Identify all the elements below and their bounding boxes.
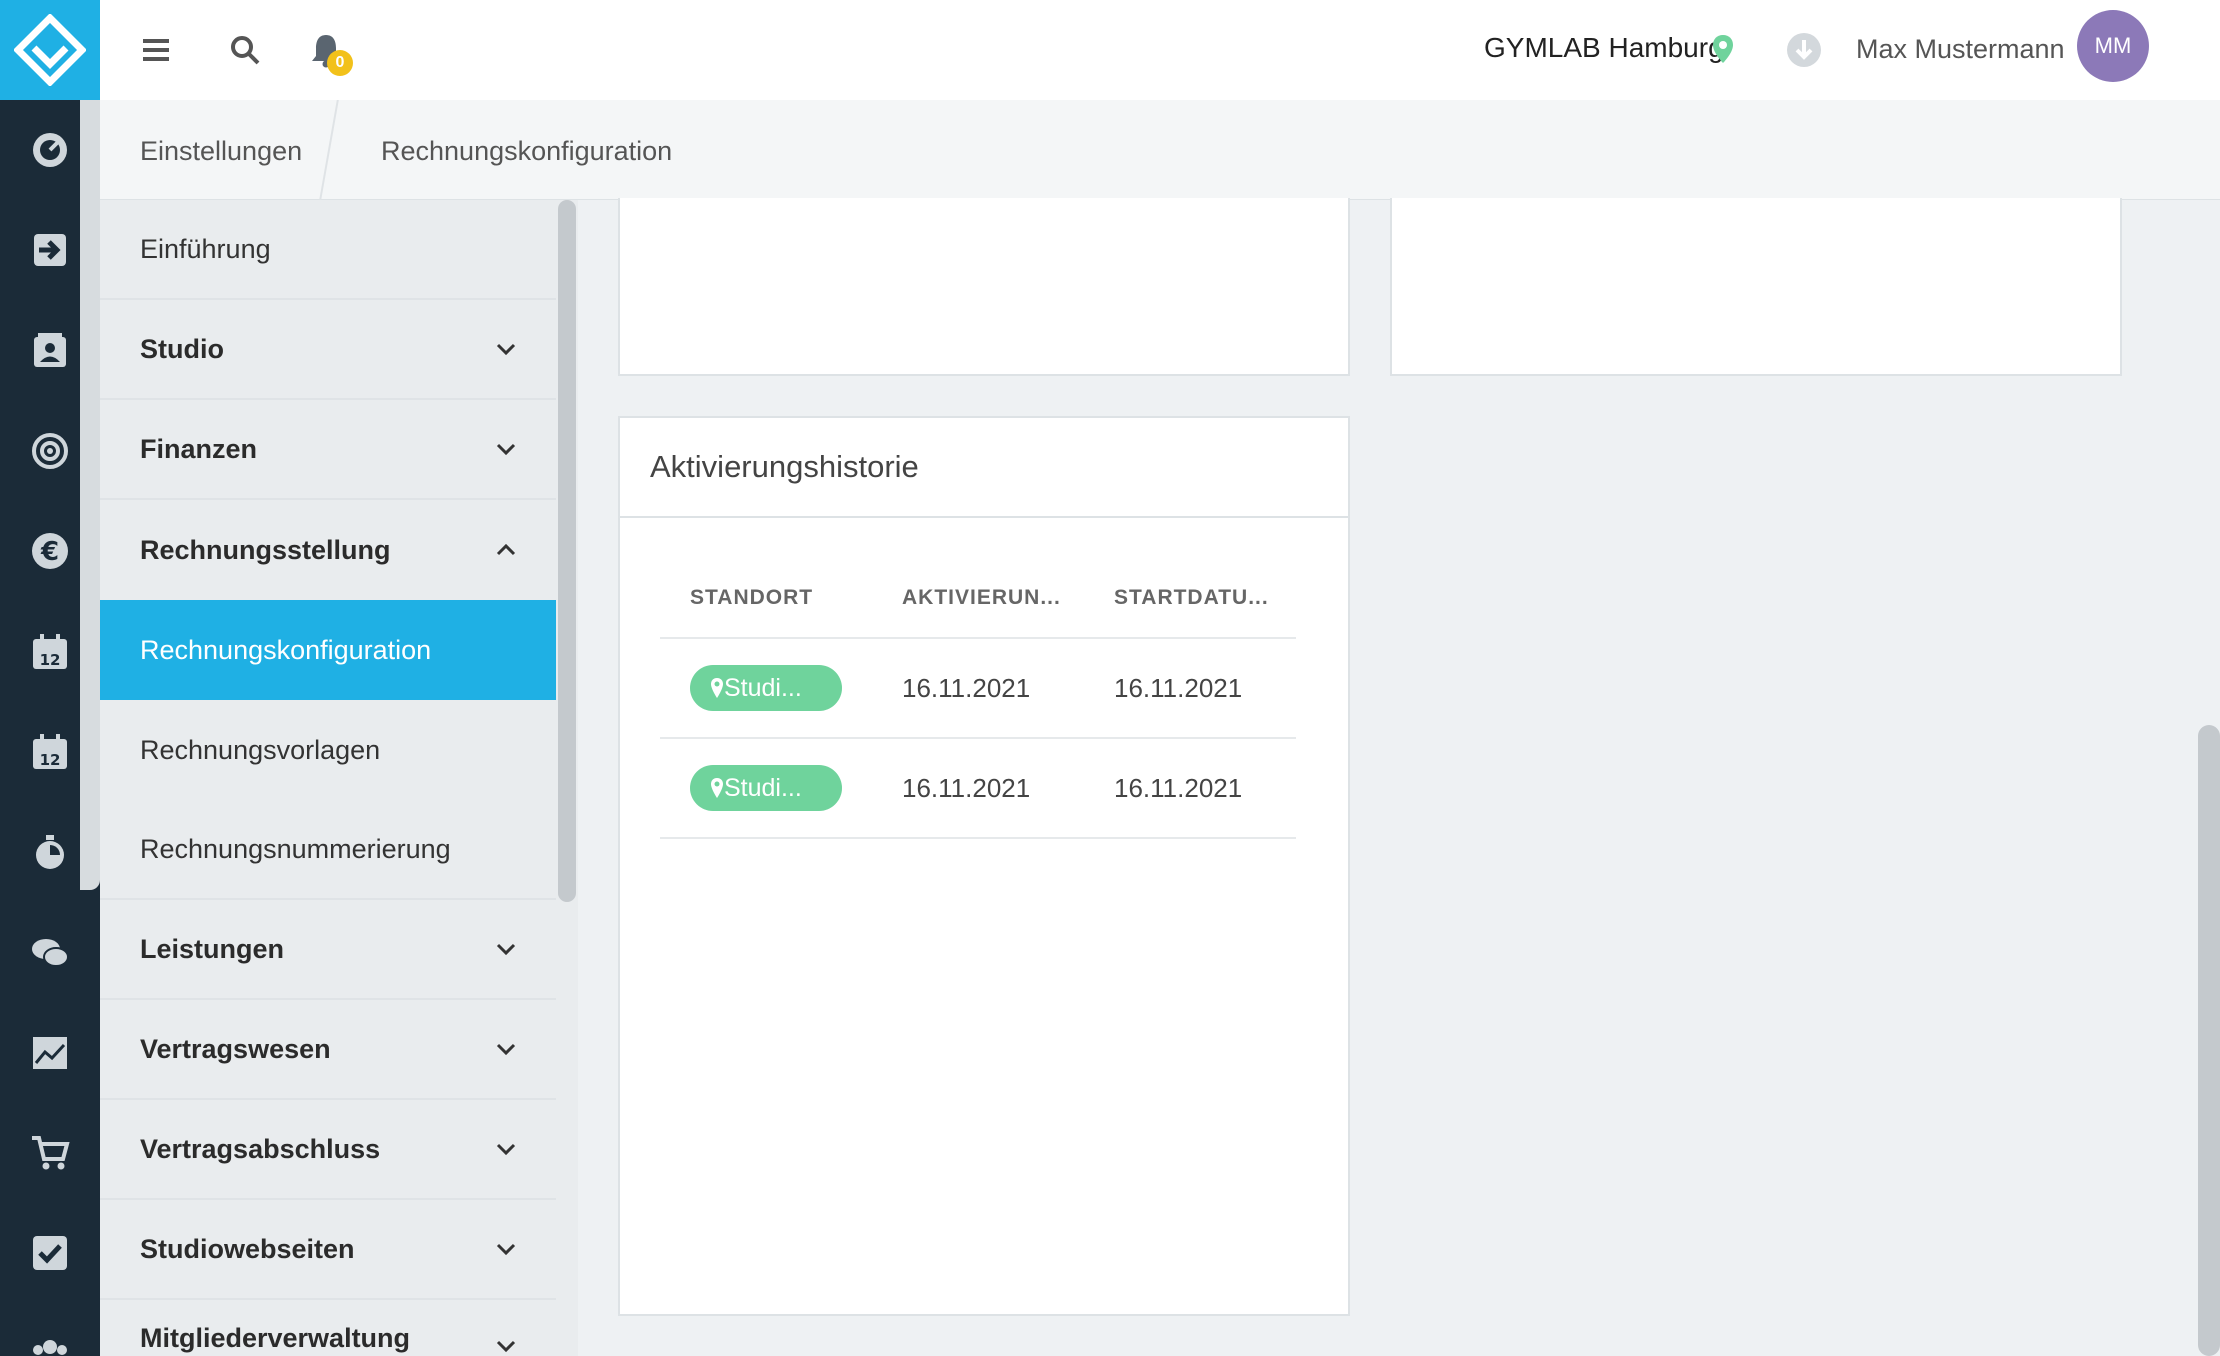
location-cell: Studi... xyxy=(660,738,872,839)
chevron-down-icon xyxy=(496,943,516,956)
rail-members[interactable] xyxy=(0,1304,100,1356)
search-icon xyxy=(231,36,260,65)
menu-item-invoicing[interactable]: Rechnungsstellung xyxy=(100,500,556,600)
location-pill[interactable]: Studi... xyxy=(690,765,842,811)
table-row: Studi... 16.11.2021 16.11.2021 xyxy=(660,738,1296,839)
studio-selector[interactable]: GYMLAB Hamburg xyxy=(1484,32,1724,64)
app-logo[interactable] xyxy=(0,0,100,100)
breadcrumb-settings[interactable]: Einstellungen xyxy=(140,136,302,167)
menu-item-studio[interactable]: Studio xyxy=(100,300,556,400)
menu-item-member-management[interactable]: Mitgliederverwaltung xyxy=(100,1300,556,1356)
rail-shop[interactable] xyxy=(0,1103,100,1203)
location-pin-icon xyxy=(1713,35,1733,63)
search-button[interactable] xyxy=(225,30,265,70)
breadcrumb-separator xyxy=(319,100,339,200)
main-content: Aktivierungshistorie STANDORT AKTIVIERUN… xyxy=(578,198,2220,1356)
menu-item-contracts[interactable]: Vertragswesen xyxy=(100,1000,556,1100)
menu-scrollbar[interactable] xyxy=(558,200,576,902)
chevron-up-icon xyxy=(496,543,516,556)
location-pin-icon xyxy=(711,778,723,798)
nav-rail: € 12 12 xyxy=(0,0,100,1356)
euro-icon: € xyxy=(32,533,68,570)
location-pin-icon xyxy=(711,678,723,698)
calendar-icon: 12 xyxy=(33,733,67,769)
start-date: 16.11.2021 xyxy=(1084,638,1296,739)
card-top-left xyxy=(618,198,1350,376)
cart-icon xyxy=(32,1136,70,1170)
rail-scrollbar[interactable] xyxy=(80,100,100,890)
rail-tasks[interactable] xyxy=(0,1203,100,1303)
menu-item-invoice-templates[interactable]: Rechnungsvorlagen xyxy=(100,700,556,800)
breadcrumb: Einstellungen Rechnungskonfiguration xyxy=(100,100,2220,200)
page-scrollbar[interactable] xyxy=(2198,725,2220,1356)
menu-item-finance[interactable]: Finanzen xyxy=(100,400,556,500)
menu-toggle-button[interactable] xyxy=(136,30,176,70)
contacts-icon xyxy=(34,332,66,367)
menu-item-label: Studiowebseiten xyxy=(140,1233,355,1264)
activation-history-table: STANDORT AKTIVIERUN... STARTDATU... Stud… xyxy=(660,558,1296,839)
menu-item-label: Leistungen xyxy=(140,933,285,964)
rail-statistics[interactable] xyxy=(0,1003,100,1103)
menu-item-label: Rechnungsnummerierung xyxy=(140,833,451,864)
activation-date: 16.11.2021 xyxy=(872,638,1084,739)
calendar-icon: 12 xyxy=(33,633,67,669)
menu-item-label: Einführung xyxy=(140,233,271,264)
svg-text:12: 12 xyxy=(40,751,61,769)
column-header-location[interactable]: STANDORT xyxy=(660,558,872,639)
logo-icon xyxy=(14,14,86,86)
chevron-down-icon xyxy=(496,1043,516,1056)
table-row: Studi... 16.11.2021 16.11.2021 xyxy=(660,638,1296,739)
menu-item-label: Rechnungsvorlagen xyxy=(140,734,381,765)
column-header-start-date[interactable]: STARTDATU... xyxy=(1084,558,1296,639)
hamburger-icon xyxy=(143,39,169,61)
menu-item-label: Rechnungskonfiguration xyxy=(140,634,432,665)
chat-icon xyxy=(32,938,69,967)
location-pill[interactable]: Studi... xyxy=(690,665,842,711)
checkbox-icon xyxy=(33,1236,67,1271)
avatar[interactable]: MM xyxy=(2077,10,2149,82)
activation-date: 16.11.2021 xyxy=(872,738,1084,839)
column-header-activation[interactable]: AKTIVIERUN... xyxy=(872,558,1084,639)
menu-item-label: Vertragswesen xyxy=(140,1033,331,1064)
activation-history-title: Aktivierungshistorie xyxy=(620,418,1348,518)
menu-item-label: Rechnungsstellung xyxy=(140,534,391,565)
menu-item-label: Studio xyxy=(140,333,224,364)
chevron-down-icon xyxy=(496,1243,516,1256)
dashboard-icon xyxy=(33,133,67,168)
menu-item-introduction[interactable]: Einführung xyxy=(100,200,556,300)
stopwatch-icon xyxy=(36,835,64,870)
location-label: Studi... xyxy=(724,673,802,702)
menu-item-invoice-configuration[interactable]: Rechnungskonfiguration xyxy=(100,600,556,700)
top-header: 0 GYMLAB Hamburg Max Mustermann MM xyxy=(100,0,2220,100)
menu-item-contract-conclusion[interactable]: Vertragsabschluss xyxy=(100,1100,556,1200)
chevron-down-icon xyxy=(496,1143,516,1156)
svg-text:12: 12 xyxy=(40,651,61,669)
chevron-down-icon xyxy=(496,343,516,356)
chevron-down-icon xyxy=(496,443,516,456)
checkin-icon xyxy=(34,234,66,267)
start-date: 16.11.2021 xyxy=(1084,738,1296,839)
user-name[interactable]: Max Mustermann xyxy=(1856,34,2065,65)
menu-item-label: Mitgliederverwaltung xyxy=(140,1323,411,1353)
menu-item-services[interactable]: Leistungen xyxy=(100,900,556,1000)
breadcrumb-current: Rechnungskonfiguration xyxy=(381,136,673,166)
location-cell: Studi... xyxy=(660,638,872,739)
rail-messages[interactable] xyxy=(0,902,100,1002)
settings-menu: Einführung Studio Finanzen Rechnungsstel… xyxy=(100,200,556,1356)
menu-item-invoice-numbering[interactable]: Rechnungsnummerierung xyxy=(100,800,556,900)
menu-item-studio-websites[interactable]: Studiowebseiten xyxy=(100,1200,556,1300)
target-icon xyxy=(32,433,68,470)
table-header-row: STANDORT AKTIVIERUN... STARTDATU... xyxy=(660,558,1296,639)
svg-text:€: € xyxy=(40,537,59,567)
chevron-down-icon xyxy=(496,1340,516,1353)
notification-count-badge: 0 xyxy=(327,50,353,76)
card-top-right xyxy=(1390,198,2122,376)
menu-item-label: Vertragsabschluss xyxy=(140,1133,381,1164)
download-icon[interactable] xyxy=(1786,32,1822,68)
location-label: Studi... xyxy=(724,773,802,802)
group-icon xyxy=(33,1339,67,1355)
menu-item-label: Finanzen xyxy=(140,433,258,464)
chart-icon xyxy=(33,1036,67,1069)
activation-history-card: Aktivierungshistorie STANDORT AKTIVIERUN… xyxy=(618,416,1350,1316)
